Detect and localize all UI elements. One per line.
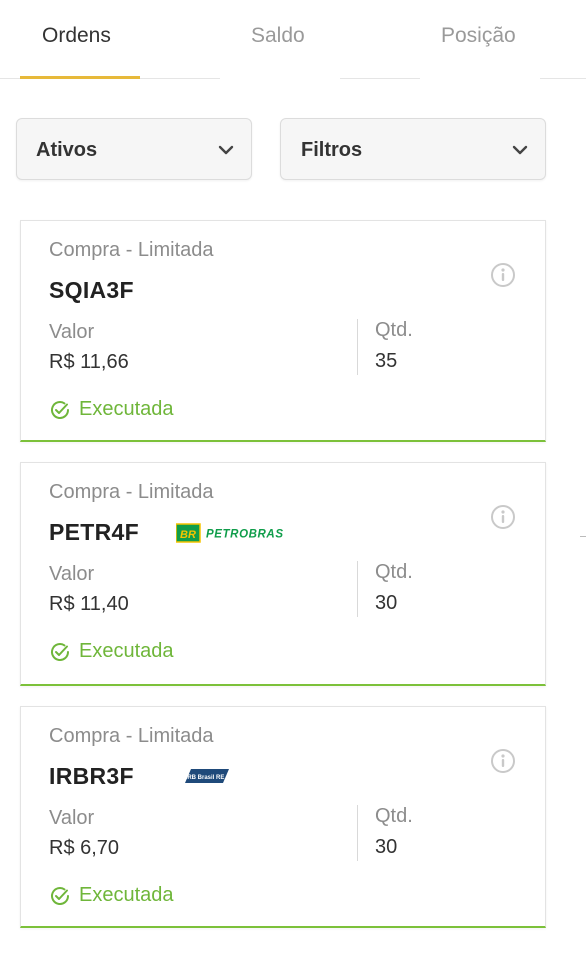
order-quantity: 30 bbox=[375, 592, 398, 614]
filters-dropdown[interactable]: Filtros bbox=[280, 118, 546, 180]
info-icon[interactable] bbox=[490, 504, 516, 530]
vertical-divider bbox=[357, 319, 358, 375]
order-value: R$ 11,40 bbox=[49, 593, 129, 615]
order-card[interactable]: Compra - Limitada PETR4F BR PETROBRAS Va… bbox=[20, 462, 546, 686]
irb-brasil-re-logo: IRB Brasil RE bbox=[181, 767, 231, 790]
order-quantity: 35 bbox=[375, 350, 398, 372]
petrobras-logo-text: PETROBRAS bbox=[206, 529, 284, 541]
order-card[interactable]: Compra - Limitada SQIA3F Valor R$ 11,66 … bbox=[20, 220, 546, 442]
order-value: R$ 11,66 bbox=[49, 351, 129, 373]
filters-dropdown-label: Filtros bbox=[301, 139, 363, 161]
assets-dropdown[interactable]: Ativos bbox=[16, 118, 252, 180]
quantity-label: Qtd. bbox=[375, 319, 413, 341]
tab-divider bbox=[140, 78, 220, 79]
svg-text:BR: BR bbox=[180, 529, 196, 541]
order-card[interactable]: Compra - Limitada IRBR3F IRB Brasil RE V… bbox=[20, 706, 546, 928]
chevron-down-icon bbox=[512, 145, 528, 155]
tab-saldo[interactable]: Saldo bbox=[251, 24, 305, 48]
order-status: Executada bbox=[79, 884, 174, 906]
order-value: R$ 6,70 bbox=[49, 837, 120, 859]
order-status: Executada bbox=[79, 398, 174, 420]
tab-divider bbox=[220, 78, 340, 79]
value-label: Valor bbox=[49, 321, 95, 343]
order-type: Compra - Limitada bbox=[49, 481, 214, 503]
tab-divider bbox=[340, 78, 420, 79]
tab-posicao[interactable]: Posição bbox=[441, 24, 516, 48]
vertical-divider bbox=[357, 805, 358, 861]
tab-divider bbox=[540, 78, 586, 79]
order-type: Compra - Limitada bbox=[49, 725, 214, 747]
order-ticker: IRBR3F bbox=[49, 763, 134, 789]
quantity-label: Qtd. bbox=[375, 805, 413, 827]
info-icon[interactable] bbox=[490, 262, 516, 288]
value-label: Valor bbox=[49, 807, 95, 829]
petrobras-logo: BR PETROBRAS bbox=[175, 522, 288, 549]
irb-logo-text: IRB Brasil RE bbox=[186, 775, 225, 781]
chevron-down-icon bbox=[218, 145, 234, 155]
scroll-edge-mark bbox=[580, 536, 586, 537]
value-label: Valor bbox=[49, 563, 95, 585]
order-ticker: SQIA3F bbox=[49, 277, 134, 303]
check-circle-icon bbox=[51, 643, 69, 661]
tab-ordens[interactable]: Ordens bbox=[42, 24, 111, 48]
order-ticker: PETR4F bbox=[49, 519, 139, 545]
tab-divider bbox=[420, 78, 540, 79]
check-circle-icon bbox=[51, 887, 69, 905]
quantity-label: Qtd. bbox=[375, 561, 413, 583]
order-type: Compra - Limitada bbox=[49, 239, 214, 261]
check-circle-icon bbox=[51, 401, 69, 419]
info-icon[interactable] bbox=[490, 748, 516, 774]
order-status: Executada bbox=[79, 640, 174, 662]
order-quantity: 30 bbox=[375, 836, 398, 858]
active-tab-indicator bbox=[20, 76, 140, 79]
vertical-divider bbox=[357, 561, 358, 617]
tab-bar: Ordens Saldo Posição bbox=[0, 0, 586, 80]
tab-divider bbox=[0, 78, 20, 79]
assets-dropdown-label: Ativos bbox=[36, 139, 98, 161]
